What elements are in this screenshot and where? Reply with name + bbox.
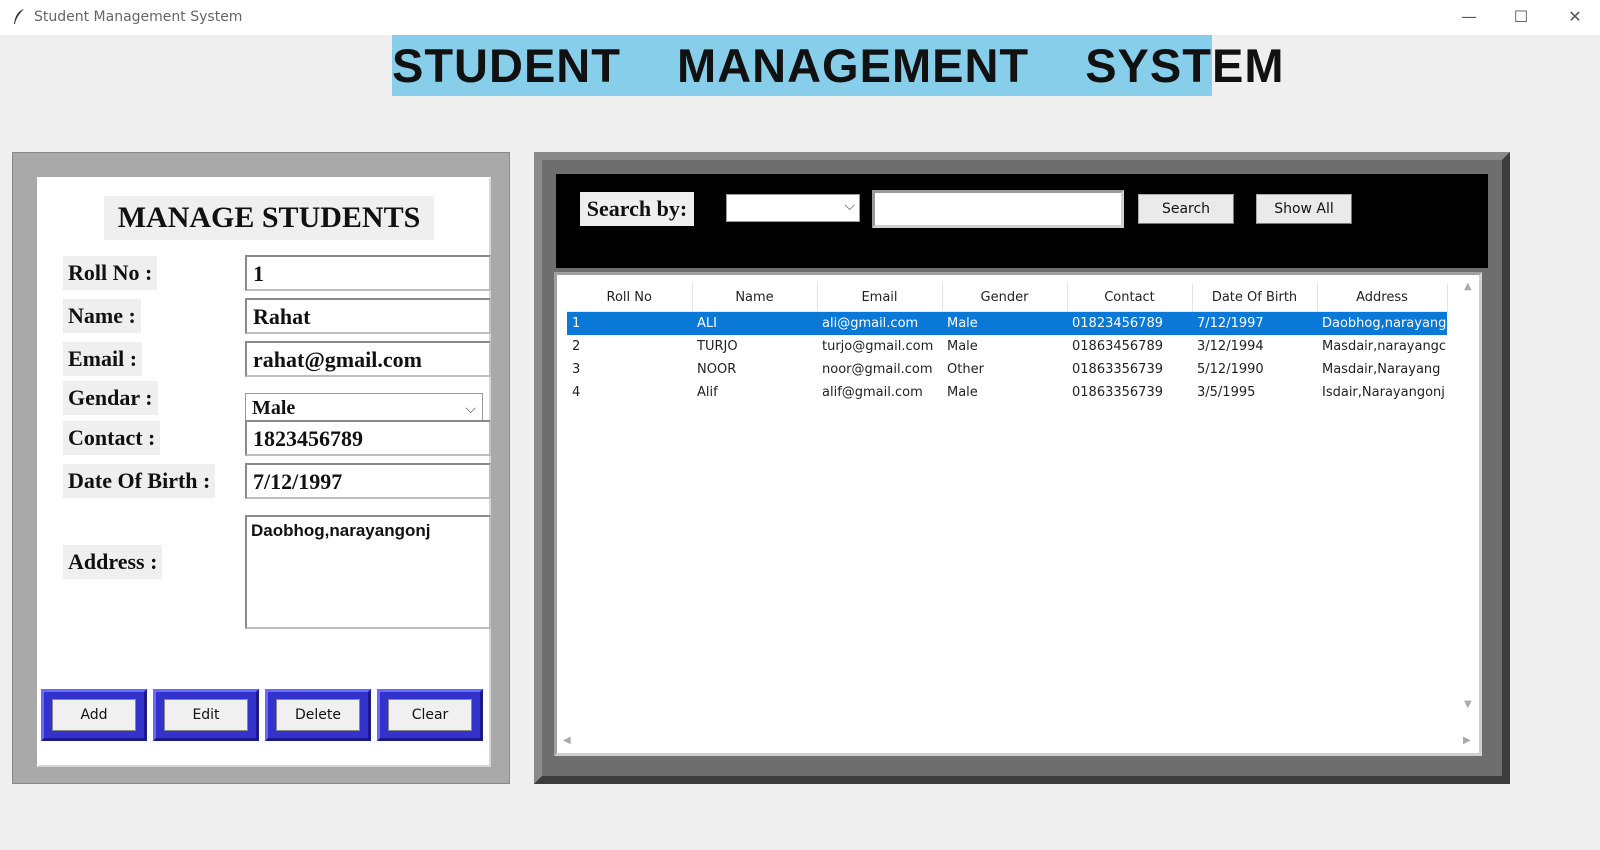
column-header[interactable]: Name bbox=[692, 283, 818, 312]
table-cell: ali@gmail.com bbox=[817, 311, 942, 335]
column-header[interactable]: Date Of Birth bbox=[1192, 283, 1318, 312]
table-cell: Isdair,Narayangonj bbox=[1322, 385, 1445, 400]
clear-button-frame: Clear bbox=[377, 689, 483, 741]
name-input[interactable]: Rahat bbox=[245, 298, 491, 334]
student-details-panel: Search by: ⌵ Search Show All Roll No Nam… bbox=[534, 152, 1510, 784]
table-cell: 01823456789 bbox=[1067, 311, 1192, 335]
roll-label: Roll No : bbox=[63, 256, 158, 290]
table-cell: 5/12/1990 bbox=[1197, 362, 1264, 377]
table-cell: Male bbox=[942, 311, 1067, 335]
chevron-down-icon: ⌵ bbox=[465, 401, 476, 417]
add-button[interactable]: Add bbox=[52, 699, 136, 731]
search-by-label: Search by: bbox=[580, 192, 694, 226]
table-cell: 01863356739 bbox=[1072, 385, 1163, 400]
minimize-button[interactable]: — bbox=[1454, 5, 1484, 29]
title-bar: Student Management System — ☐ ✕ bbox=[0, 0, 1600, 35]
table-cell: Male bbox=[947, 385, 978, 400]
gender-select[interactable]: Male ⌵ bbox=[245, 393, 483, 423]
table-cell: NOOR bbox=[697, 362, 737, 377]
table-cell: noor@gmail.com bbox=[822, 362, 933, 377]
manage-heading: MANAGE STUDENTS bbox=[104, 196, 434, 240]
search-bar: Search by: ⌵ Search Show All bbox=[556, 174, 1488, 268]
email-label: Email : bbox=[63, 342, 143, 376]
manage-students-panel: MANAGE STUDENTS Roll No : 1 Name : Rahat… bbox=[12, 152, 510, 784]
table-row[interactable]: 2 TURJO turjo@gmail.com Male 01863456789… bbox=[567, 335, 1447, 358]
clear-button[interactable]: Clear bbox=[388, 699, 472, 731]
window-title: Student Management System bbox=[34, 9, 243, 25]
table-cell: Alif bbox=[697, 385, 718, 400]
close-button[interactable]: ✕ bbox=[1560, 5, 1590, 29]
dob-input[interactable]: 7/12/1997 bbox=[245, 463, 491, 499]
edit-button-frame: Edit bbox=[153, 689, 259, 741]
student-table: Roll No Name Email Gender Contact Date O… bbox=[567, 283, 1448, 404]
column-header[interactable]: Contact bbox=[1067, 283, 1193, 312]
roll-input[interactable]: 1 bbox=[245, 255, 491, 291]
search-by-select[interactable]: ⌵ bbox=[726, 194, 860, 222]
table-cell: 3 bbox=[572, 362, 581, 377]
table-cell: turjo@gmail.com bbox=[822, 339, 934, 354]
name-label: Name : bbox=[63, 299, 141, 333]
page-title: STUDENT MANAGEMENT SYSTEM bbox=[392, 35, 1283, 96]
feather-icon bbox=[14, 9, 24, 24]
add-button-frame: Add bbox=[41, 689, 147, 741]
address-label: Address : bbox=[63, 545, 163, 579]
table-cell: 3/12/1994 bbox=[1197, 339, 1264, 354]
horizontal-scrollbar[interactable]: ◀ ▶ bbox=[563, 733, 1471, 751]
table-header-row: Roll No Name Email Gender Contact Date O… bbox=[567, 283, 1448, 312]
table-cell: Masdair,Narayang bbox=[1322, 362, 1441, 377]
dob-label: Date Of Birth : bbox=[63, 464, 216, 498]
table-cell: 3/5/1995 bbox=[1197, 385, 1256, 400]
contact-label: Contact : bbox=[63, 421, 161, 455]
column-header[interactable]: Gender bbox=[942, 283, 1068, 312]
vertical-scrollbar[interactable]: ▲ ▼ bbox=[1459, 277, 1479, 717]
column-header[interactable]: Email bbox=[817, 283, 943, 312]
show-all-button[interactable]: Show All bbox=[1256, 194, 1352, 224]
manage-form: MANAGE STUDENTS Roll No : 1 Name : Rahat… bbox=[37, 177, 491, 767]
table-cell: 7/12/1997 bbox=[1192, 311, 1317, 335]
table-cell: TURJO bbox=[697, 339, 738, 354]
table-cell: Daobhog,narayangc bbox=[1317, 311, 1447, 335]
address-textarea[interactable]: Daobhog,narayangonj bbox=[245, 515, 491, 629]
scroll-right-icon[interactable]: ▶ bbox=[1463, 735, 1471, 746]
contact-input[interactable]: 1823456789 bbox=[245, 420, 491, 456]
chevron-down-icon: ⌵ bbox=[844, 198, 855, 214]
table-cell: Masdair,narayangc bbox=[1322, 339, 1447, 354]
delete-button-frame: Delete bbox=[265, 689, 371, 741]
column-header[interactable]: Address bbox=[1317, 283, 1448, 312]
student-table-container: Roll No Name Email Gender Contact Date O… bbox=[554, 272, 1482, 756]
delete-button[interactable]: Delete bbox=[276, 699, 360, 731]
scroll-down-icon[interactable]: ▼ bbox=[1464, 699, 1472, 710]
table-cell: 1 bbox=[567, 311, 692, 335]
scroll-left-icon[interactable]: ◀ bbox=[563, 735, 571, 746]
email-input[interactable]: rahat@gmail.com bbox=[245, 341, 491, 377]
table-cell: 01863356739 bbox=[1072, 362, 1163, 377]
gender-label: Gendar : bbox=[63, 381, 158, 415]
search-button[interactable]: Search bbox=[1138, 194, 1234, 224]
table-row[interactable]: 1 ALI ali@gmail.com Male 01823456789 7/1… bbox=[567, 311, 1447, 335]
table-cell: 2 bbox=[572, 339, 581, 354]
table-row[interactable]: 4 Alif alif@gmail.com Male 01863356739 3… bbox=[567, 381, 1447, 404]
maximize-button[interactable]: ☐ bbox=[1506, 5, 1536, 29]
gender-value: Male bbox=[252, 397, 296, 419]
edit-button[interactable]: Edit bbox=[164, 699, 248, 731]
table-cell: 01863456789 bbox=[1072, 339, 1163, 354]
scroll-up-icon[interactable]: ▲ bbox=[1464, 281, 1472, 292]
table-cell: 4 bbox=[572, 385, 581, 400]
table-cell: Other bbox=[947, 362, 984, 377]
search-input[interactable] bbox=[872, 190, 1124, 228]
column-header[interactable]: Roll No bbox=[567, 283, 693, 312]
table-cell: Male bbox=[947, 339, 978, 354]
table-cell: ALI bbox=[692, 311, 817, 335]
table-cell: alif@gmail.com bbox=[822, 385, 923, 400]
table-row[interactable]: 3 NOOR noor@gmail.com Other 01863356739 … bbox=[567, 358, 1447, 381]
